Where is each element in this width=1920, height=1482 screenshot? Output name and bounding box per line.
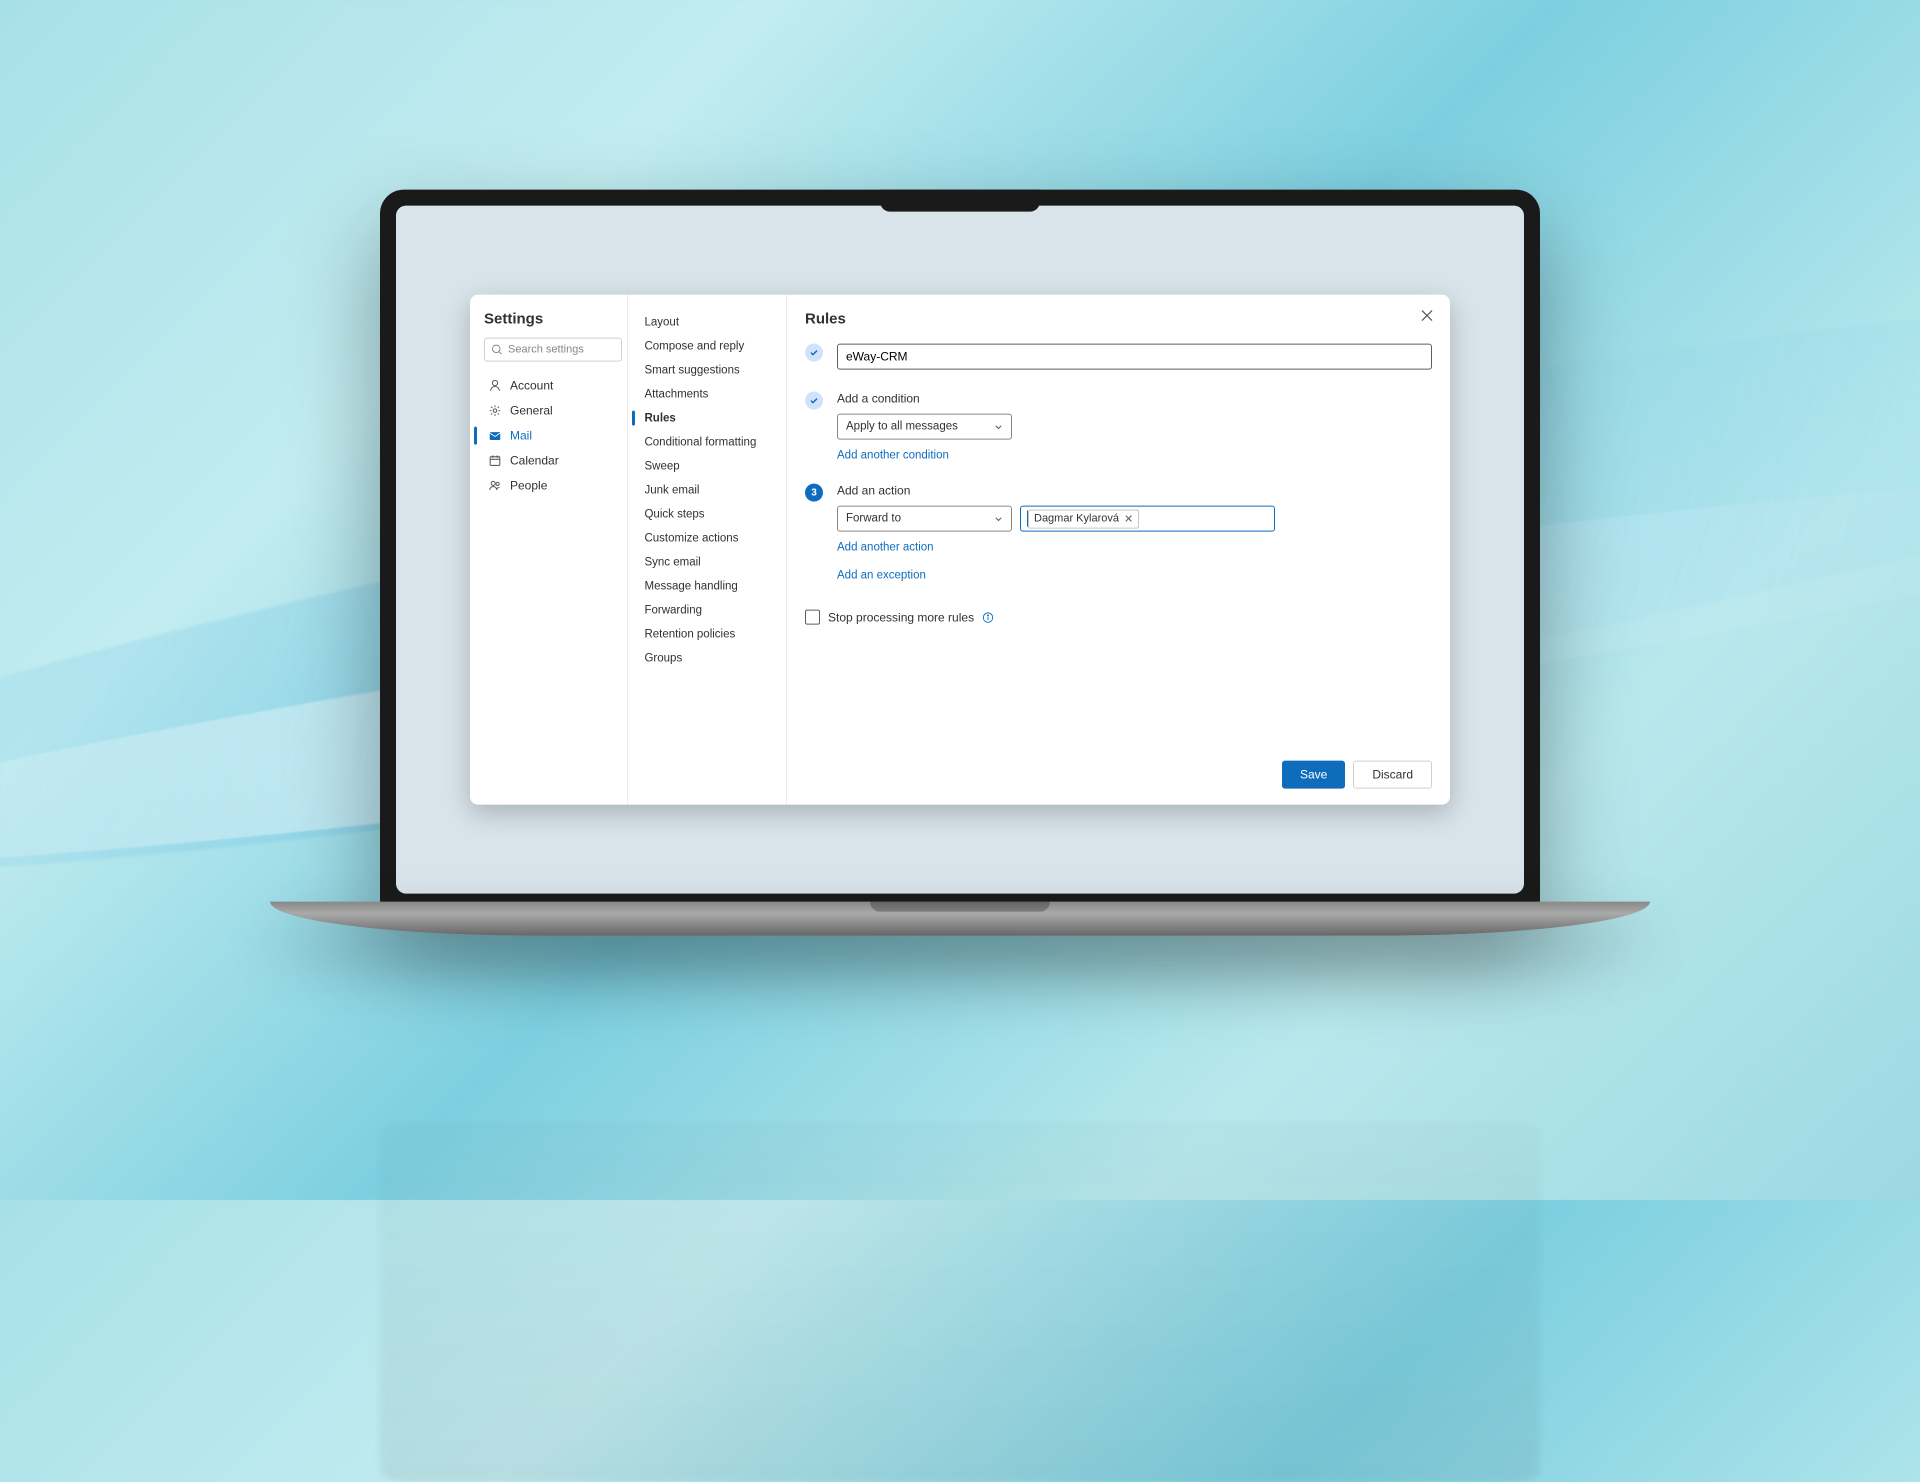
condition-label: Add a condition — [837, 392, 1432, 406]
rule-step-condition: Add a condition Apply to all messages Ad… — [805, 392, 1432, 462]
subnav-layout[interactable]: Layout — [636, 311, 778, 334]
subnav-conditional[interactable]: Conditional formatting — [636, 431, 778, 454]
subnav-sync[interactable]: Sync email — [636, 551, 778, 574]
check-icon — [809, 396, 819, 406]
recipient-input[interactable]: Dagmar Kylarová ✕ — [1020, 506, 1275, 532]
check-icon — [809, 348, 819, 358]
chevron-down-icon — [994, 422, 1003, 431]
subnav-junk[interactable]: Junk email — [636, 479, 778, 502]
chevron-down-icon — [994, 514, 1003, 523]
nav-general[interactable]: General — [484, 399, 627, 423]
add-action-link[interactable]: Add another action — [837, 542, 934, 554]
mail-icon — [488, 429, 502, 443]
stop-processing-row: Stop processing more rules — [805, 610, 1432, 625]
rules-panel: Rules Add a con — [787, 295, 1450, 805]
step-3-indicator: 3 — [805, 484, 823, 502]
settings-title: Settings — [484, 311, 627, 328]
people-icon — [488, 479, 502, 493]
add-condition-link[interactable]: Add another condition — [837, 450, 949, 462]
nav-account[interactable]: Account — [484, 374, 627, 398]
nav-calendar[interactable]: Calendar — [484, 449, 627, 473]
stop-processing-label: Stop processing more rules — [828, 610, 974, 624]
action-label: Add an action — [837, 484, 1432, 498]
nav-mail[interactable]: Mail — [484, 424, 627, 448]
calendar-icon — [488, 454, 502, 468]
subnav-quick[interactable]: Quick steps — [636, 503, 778, 526]
gear-icon — [488, 404, 502, 418]
search-icon — [491, 344, 503, 356]
rules-panel-title: Rules — [805, 311, 1432, 328]
rule-step-name — [805, 344, 1432, 370]
dialog-footer: Save Discard — [805, 749, 1432, 789]
rule-name-input[interactable] — [837, 344, 1432, 370]
stop-processing-checkbox[interactable] — [805, 610, 820, 625]
action-dropdown[interactable]: Forward to — [837, 506, 1012, 532]
subnav-sweep[interactable]: Sweep — [636, 455, 778, 478]
subnav-groups[interactable]: Groups — [636, 647, 778, 670]
rule-step-action: 3 Add an action Forward to — [805, 484, 1432, 582]
mail-subnav: Layout Compose and reply Smart suggestio… — [628, 295, 787, 805]
subnav-compose[interactable]: Compose and reply — [636, 335, 778, 358]
settings-dialog: Settings Search settings Account General — [470, 295, 1450, 805]
search-placeholder-text: Search settings — [508, 344, 584, 356]
nav-people[interactable]: People — [484, 474, 627, 498]
person-icon — [488, 379, 502, 393]
step-1-indicator — [805, 344, 823, 362]
close-button[interactable] — [1420, 309, 1434, 326]
laptop-device-frame: Settings Search settings Account General — [380, 190, 1540, 950]
save-button[interactable]: Save — [1282, 761, 1345, 789]
remove-recipient-icon[interactable]: ✕ — [1124, 512, 1133, 525]
subnav-attachments[interactable]: Attachments — [636, 383, 778, 406]
info-icon[interactable] — [982, 611, 994, 623]
recipient-chip[interactable]: Dagmar Kylarová ✕ — [1028, 509, 1139, 528]
subnav-retention[interactable]: Retention policies — [636, 623, 778, 646]
add-exception-link[interactable]: Add an exception — [837, 570, 926, 582]
settings-primary-nav: Settings Search settings Account General — [470, 295, 628, 805]
subnav-rules[interactable]: Rules — [636, 407, 778, 430]
search-settings-input[interactable]: Search settings — [484, 338, 622, 362]
subnav-forwarding[interactable]: Forwarding — [636, 599, 778, 622]
subnav-smart[interactable]: Smart suggestions — [636, 359, 778, 382]
step-2-indicator — [805, 392, 823, 410]
subnav-customize[interactable]: Customize actions — [636, 527, 778, 550]
condition-dropdown[interactable]: Apply to all messages — [837, 414, 1012, 440]
subnav-handling[interactable]: Message handling — [636, 575, 778, 598]
close-icon — [1420, 309, 1434, 323]
discard-button[interactable]: Discard — [1353, 761, 1432, 789]
